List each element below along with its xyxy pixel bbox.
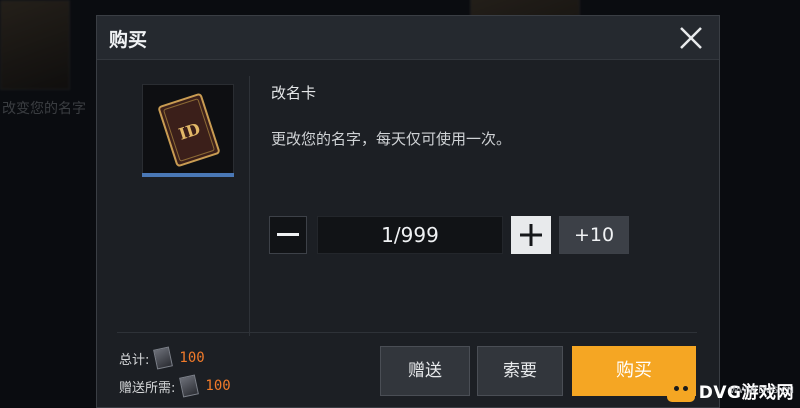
- item-rarity-bar: [142, 173, 234, 177]
- quantity-display: 1/999: [317, 216, 503, 254]
- total-label: 总计:: [119, 352, 150, 368]
- plus-icon: [520, 224, 542, 246]
- background-item-card: [0, 0, 70, 90]
- request-button[interactable]: 索要: [477, 346, 563, 396]
- quantity-decrease-button[interactable]: [269, 216, 307, 254]
- dialog-title: 购买: [109, 29, 148, 51]
- horizontal-divider: [117, 332, 697, 333]
- vertical-divider: [249, 76, 250, 336]
- quantity-plus-ten-button[interactable]: +10: [559, 216, 629, 254]
- item-thumbnail: ID: [142, 84, 234, 174]
- coupon-icon: [153, 346, 174, 370]
- close-icon: [680, 27, 702, 49]
- watermark: DVG游戏网 WWW.DVG.CN: [648, 372, 800, 408]
- coupon-icon: [179, 374, 200, 398]
- dialog-header: 购买: [97, 16, 719, 60]
- item-description: 更改您的名字，每天仅可使用一次。: [271, 130, 512, 148]
- purchase-dialog: 购买 ID 改名卡 更改您的名字，每天仅可使用一次。 1/999 +10 总计:…: [96, 15, 720, 408]
- id-card-icon: ID: [158, 93, 220, 167]
- close-button[interactable]: [675, 22, 707, 54]
- gift-cost-value: 100: [205, 378, 231, 394]
- total-cost-row: 总计: 100: [119, 346, 205, 370]
- gamepad-logo-icon: [666, 378, 695, 402]
- total-value: 100: [179, 350, 205, 366]
- quantity-increase-button[interactable]: [511, 216, 551, 254]
- gift-cost-row: 赠送所需: 100: [119, 374, 231, 398]
- gift-cost-label: 赠送所需:: [119, 380, 176, 396]
- minus-icon: [277, 233, 299, 236]
- item-name: 改名卡: [271, 84, 317, 102]
- watermark-url: WWW.DVG.CN: [729, 386, 794, 396]
- background-item-text: 改变您的名字: [2, 101, 86, 117]
- gift-button[interactable]: 赠送: [380, 346, 470, 396]
